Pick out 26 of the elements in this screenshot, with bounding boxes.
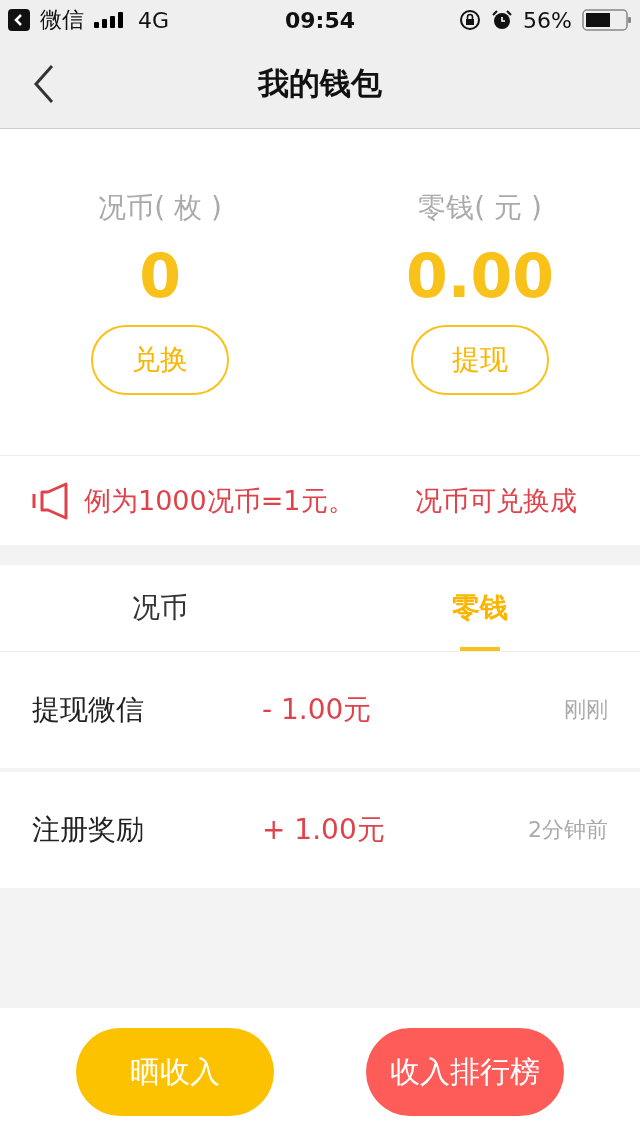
record-title: 提现微信 <box>32 692 145 728</box>
rotation-lock-icon <box>459 9 482 31</box>
back-app-label[interactable]: 微信 <box>40 5 84 35</box>
balance-action-button[interactable]: 提现 <box>411 325 549 395</box>
status-time: 09:54 <box>285 7 355 33</box>
record-time: 刚刚 <box>564 696 608 724</box>
balance-value: 0.00 <box>405 241 554 311</box>
notice-text: 况币可兑换成 <box>414 483 577 518</box>
balance-value: 0 <box>139 241 181 311</box>
tab[interactable]: 况币 <box>0 565 320 651</box>
notice-text: 例为1000况币=1元。 <box>84 483 355 518</box>
bottom-button[interactable]: 收入排行榜 <box>366 1028 564 1116</box>
page-title: 我的钱包 <box>258 64 382 103</box>
record-amount: - 1.00元 <box>262 692 373 728</box>
record-amount: + 1.00元 <box>262 812 386 848</box>
record-time: 2分钟前 <box>528 816 608 844</box>
network-label: 4G <box>138 7 170 33</box>
bottom-button[interactable]: 晒收入 <box>76 1028 274 1116</box>
alarm-icon <box>491 9 514 31</box>
battery-percent: 56% <box>523 7 572 33</box>
back-icon[interactable] <box>8 9 30 31</box>
balance-label: 况币( 枚 ) <box>98 190 222 226</box>
balance-label: 零钱( 元 ) <box>418 190 542 226</box>
battery-icon <box>582 9 632 31</box>
record-title: 注册奖励 <box>32 812 145 848</box>
balance-action-button[interactable]: 兑换 <box>91 325 229 395</box>
